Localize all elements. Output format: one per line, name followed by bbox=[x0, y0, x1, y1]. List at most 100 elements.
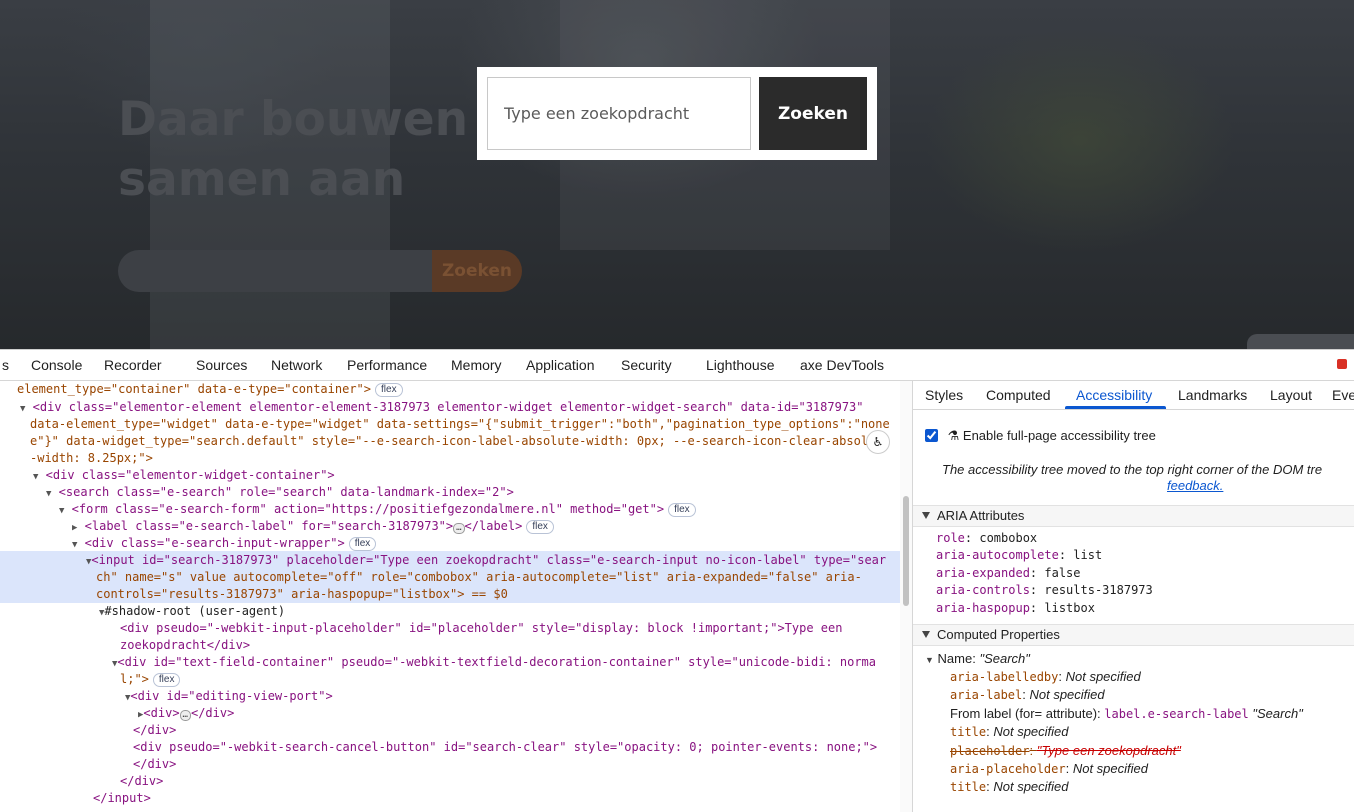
dom-line[interactable]: zoekopdracht</div> bbox=[120, 637, 250, 654]
tab-recorder[interactable]: Recorder bbox=[104, 357, 162, 373]
enable-tree-checkbox[interactable] bbox=[925, 429, 938, 442]
tab-landmarks[interactable]: Landmarks bbox=[1178, 387, 1247, 403]
aria-attributes-header[interactable]: ARIA Attributes bbox=[913, 505, 1354, 527]
expand-caret-icon[interactable]: ▼ bbox=[20, 404, 25, 414]
issues-flag-icon[interactable] bbox=[1337, 359, 1347, 369]
name-source-key: aria-labelledby bbox=[950, 670, 1059, 684]
search-input[interactable] bbox=[487, 77, 751, 150]
name-label: Name: bbox=[937, 651, 976, 666]
tab-computed[interactable]: Computed bbox=[986, 387, 1051, 403]
tab-application[interactable]: Application bbox=[526, 357, 595, 373]
flex-badge[interactable]: flex bbox=[668, 503, 696, 517]
name-source-row: From label (for= attribute): label.e-sea… bbox=[950, 706, 1303, 721]
collapse-caret-icon[interactable]: ▶ bbox=[72, 523, 77, 533]
flask-icon: ⚗ bbox=[947, 428, 960, 443]
hero-search-input[interactable] bbox=[118, 250, 432, 292]
flex-badge[interactable]: flex bbox=[152, 673, 181, 687]
aria-attr-value: listbox bbox=[1044, 601, 1095, 615]
tab-security[interactable]: Security bbox=[621, 357, 672, 373]
dom-line-text: <div class="elementor-element elementor-… bbox=[32, 400, 864, 414]
dom-line[interactable]: </input> bbox=[93, 790, 151, 807]
tab-event-listeners[interactable]: Eve bbox=[1332, 387, 1354, 403]
side-panel: Styles Computed Accessibility Landmarks … bbox=[913, 381, 1354, 812]
expand-caret-icon[interactable]: ▼ bbox=[59, 506, 64, 516]
dom-line[interactable]: </div> bbox=[133, 722, 176, 739]
computed-properties-header[interactable]: Computed Properties bbox=[913, 624, 1354, 646]
section-title: ARIA Attributes bbox=[937, 508, 1025, 523]
expand-caret-icon[interactable]: ▼ bbox=[72, 540, 77, 550]
dom-line-selected[interactable]: ch" name="s" value autocomplete="off" ro… bbox=[96, 569, 862, 586]
aria-attr-key: aria-haspopup bbox=[936, 601, 1030, 615]
name-source-row: title: Not specified bbox=[950, 779, 1069, 794]
dom-line[interactable]: -width: 8.25px;"> bbox=[30, 450, 153, 467]
tab-memory[interactable]: Memory bbox=[451, 357, 502, 373]
name-source-value: Not specified bbox=[1029, 687, 1105, 702]
dom-line[interactable]: </div> bbox=[120, 773, 163, 790]
tab-sources[interactable]: Sources bbox=[196, 357, 247, 373]
flex-badge[interactable]: flex bbox=[526, 520, 554, 534]
name-source-value: Not specified bbox=[1072, 761, 1148, 776]
name-source-key: title bbox=[950, 780, 987, 794]
name-source-row-overridden: placeholder: "Type een zoekopdracht" bbox=[950, 743, 1181, 758]
dom-line-text: <div id="editing-view-port"> bbox=[130, 689, 333, 703]
devtools-panel: s Console Recorder Sources Network Perfo… bbox=[0, 349, 1354, 812]
tab-elements[interactable]: s bbox=[2, 357, 9, 373]
dom-line[interactable]: <div pseudo="-webkit-search-cancel-butto… bbox=[133, 739, 877, 756]
dom-line[interactable]: element_type="container" data-e-type="co… bbox=[17, 381, 403, 398]
name-source-value: Not specified bbox=[993, 779, 1069, 794]
hero-search-button[interactable]: Zoeken bbox=[432, 250, 522, 292]
dom-line-text: <div class="elementor-widget-container"> bbox=[45, 468, 335, 482]
ellipsis-icon[interactable]: … bbox=[179, 710, 191, 721]
section-title: Computed Properties bbox=[937, 627, 1060, 642]
dom-line-text: l;"> bbox=[120, 672, 149, 686]
name-source-value: "Type een zoekopdracht" bbox=[1036, 743, 1181, 758]
tab-styles[interactable]: Styles bbox=[925, 387, 963, 403]
expand-triangle-icon bbox=[922, 631, 930, 638]
tab-lighthouse[interactable]: Lighthouse bbox=[706, 357, 775, 373]
ellipsis-icon[interactable]: … bbox=[453, 523, 465, 534]
dom-line[interactable]: data-element_type="widget" data-e-type="… bbox=[30, 416, 890, 433]
name-source-key: From label (for= attribute): bbox=[950, 706, 1101, 721]
name-row[interactable]: ▼ Name: "Search" bbox=[925, 651, 1030, 666]
dom-line-selected[interactable]: controls="results-3187973" aria-haspopup… bbox=[96, 586, 508, 603]
side-panel-tabs: Styles Computed Accessibility Landmarks … bbox=[913, 381, 1354, 410]
name-source-key: title bbox=[950, 725, 987, 739]
tab-accessibility[interactable]: Accessibility bbox=[1076, 387, 1152, 403]
floating-tab[interactable] bbox=[1247, 334, 1354, 349]
flex-badge[interactable]: flex bbox=[348, 537, 377, 551]
dom-line[interactable]: ▼<div id="text-field-container" pseudo="… bbox=[112, 654, 876, 673]
name-source-value: Not specified bbox=[1065, 669, 1141, 684]
aria-attr-value: results-3187973 bbox=[1044, 583, 1153, 597]
tab-axe-devtools[interactable]: axe DevTools bbox=[800, 357, 884, 373]
accessibility-tree-icon[interactable]: ♿ bbox=[866, 430, 890, 454]
dom-line[interactable]: l;"> flex bbox=[120, 671, 181, 688]
aria-attr-row: aria-autocomplete: list bbox=[936, 548, 1103, 562]
aria-attr-row: aria-controls: results-3187973 bbox=[936, 583, 1153, 597]
label-selector-link[interactable]: label.e-search-label bbox=[1104, 707, 1249, 721]
dom-line-text: <label class="e-search-label" for="searc… bbox=[84, 519, 454, 533]
aria-attr-row: aria-expanded: false bbox=[936, 566, 1081, 580]
expand-triangle-icon bbox=[922, 512, 930, 519]
name-source-key: aria-placeholder bbox=[950, 762, 1066, 776]
flex-badge[interactable]: flex bbox=[375, 383, 403, 397]
search-submit-button[interactable]: Zoeken bbox=[759, 77, 867, 150]
dom-line[interactable]: <div pseudo="-webkit-input-placeholder" … bbox=[120, 620, 842, 637]
dom-line-text: element_type="container" data-e-type="co… bbox=[17, 382, 372, 396]
expand-caret-icon[interactable]: ▼ bbox=[33, 472, 38, 482]
active-tab-indicator bbox=[1065, 406, 1166, 409]
tab-layout[interactable]: Layout bbox=[1270, 387, 1312, 403]
dom-line[interactable]: e"}" data-widget_type="search.default" s… bbox=[30, 433, 890, 450]
dom-tree-scrollbar[interactable] bbox=[900, 381, 913, 812]
expand-caret-icon[interactable]: ▼ bbox=[46, 489, 51, 499]
expand-triangle-icon: ▼ bbox=[925, 655, 934, 665]
dom-line[interactable]: </div> bbox=[133, 756, 176, 773]
tab-performance[interactable]: Performance bbox=[347, 357, 427, 373]
aria-attr-key: role bbox=[936, 531, 965, 545]
dom-tree[interactable]: element_type="container" data-e-type="co… bbox=[0, 381, 900, 812]
tab-network[interactable]: Network bbox=[271, 357, 322, 373]
scrollbar-thumb[interactable] bbox=[903, 496, 909, 606]
feedback-link[interactable]: feedback. bbox=[1167, 478, 1223, 493]
aria-attr-value: false bbox=[1044, 566, 1081, 580]
name-source-value: "Search" bbox=[1252, 706, 1303, 721]
tab-console[interactable]: Console bbox=[31, 357, 82, 373]
